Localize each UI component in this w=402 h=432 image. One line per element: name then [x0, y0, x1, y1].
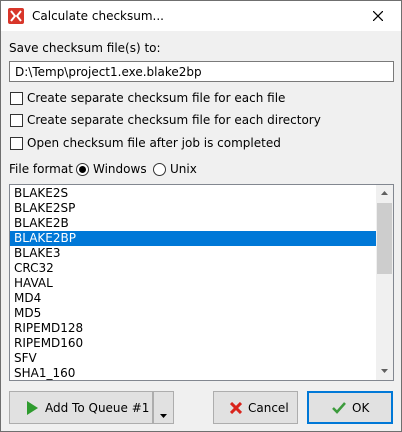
save-checksum-label: Save checksum file(s) to:	[9, 41, 161, 55]
ok-label: OK	[352, 401, 370, 415]
format-windows-radio[interactable]	[76, 163, 89, 176]
algorithm-list-item[interactable]: BLAKE3	[10, 246, 376, 261]
separate-per-dir-checkbox[interactable]	[10, 114, 23, 127]
algorithm-list-item[interactable]: BLAKE2SP	[10, 201, 376, 216]
cancel-icon	[229, 401, 243, 417]
algorithm-list-item[interactable]: HAVAL	[10, 276, 376, 291]
ok-button[interactable]: OK	[307, 391, 393, 424]
algorithm-list-item[interactable]: BLAKE2BP	[10, 231, 376, 246]
list-scrollbar[interactable]	[376, 185, 393, 380]
window-title: Calculate checksum...	[32, 9, 164, 23]
format-unix-label[interactable]: Unix	[170, 162, 197, 176]
add-to-queue-button[interactable]: Add To Queue #1	[9, 391, 153, 424]
format-unix-radio[interactable]	[153, 163, 166, 176]
close-icon[interactable]	[355, 1, 401, 31]
format-windows-label[interactable]: Windows	[93, 162, 147, 176]
algorithm-list-item[interactable]: RIPEMD128	[10, 321, 376, 336]
file-format-label: File format	[9, 162, 73, 176]
open-after-job-checkbox[interactable]	[10, 137, 23, 150]
save-path-input[interactable]: D:\Temp\project1.exe.blake2bp	[9, 61, 394, 82]
algorithm-list-items: BLAKE2S BLAKE2SP BLAKE2B BLAKE2BP BLAKE3 CRC3…	[10, 186, 376, 380]
scroll-up-arrow[interactable]	[376, 185, 393, 202]
scroll-thumb[interactable]	[377, 203, 392, 274]
calculate-checksum-dialog: Calculate checksum... Save checksum file…	[0, 0, 402, 432]
algorithm-list-item[interactable]: MD5	[10, 306, 376, 321]
scroll-down-arrow[interactable]	[376, 363, 393, 380]
separate-per-file-label[interactable]: Create separate checksum file for each f…	[27, 91, 285, 105]
app-icon	[8, 8, 24, 24]
cancel-button[interactable]: Cancel	[213, 391, 298, 424]
title-bar[interactable]: Calculate checksum...	[1, 1, 401, 31]
algorithm-list-item[interactable]: CRC32	[10, 261, 376, 276]
open-after-job-label[interactable]: Open checksum file after job is complete…	[27, 136, 281, 150]
algorithm-list[interactable]: BLAKE2S BLAKE2SP BLAKE2B BLAKE2BP BLAKE3 CRC3…	[9, 184, 394, 381]
algorithm-list-item[interactable]: MD4	[10, 291, 376, 306]
chevron-down-icon	[160, 407, 167, 421]
play-icon	[27, 401, 38, 418]
algorithm-list-item[interactable]: SHA1_160	[10, 366, 376, 380]
separate-per-dir-label[interactable]: Create separate checksum file for each d…	[27, 113, 321, 127]
queue-dropdown-button[interactable]	[153, 391, 174, 424]
checkmark-icon	[332, 402, 346, 417]
algorithm-list-item[interactable]: SFV	[10, 351, 376, 366]
add-to-queue-label: Add To Queue #1	[45, 401, 150, 415]
algorithm-list-item[interactable]: BLAKE2S	[10, 186, 376, 201]
algorithm-list-item[interactable]: BLAKE2B	[10, 216, 376, 231]
cancel-label: Cancel	[248, 401, 289, 415]
algorithm-list-item[interactable]: RIPEMD160	[10, 336, 376, 351]
separate-per-file-checkbox[interactable]	[10, 92, 23, 105]
